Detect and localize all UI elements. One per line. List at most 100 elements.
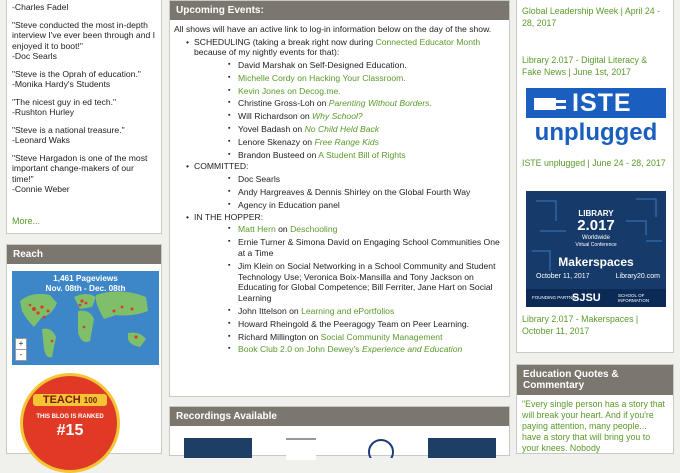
event-item: Richard Millington on Social Community M… bbox=[194, 332, 509, 343]
event-connector: on bbox=[300, 136, 315, 147]
event-topic-link[interactable]: Learning and ePortfolios bbox=[301, 306, 394, 316]
event-name: Yovel Badash bbox=[238, 124, 291, 135]
event-link-digital-literacy[interactable]: Library 2.017 - Digital Literacy & Fake … bbox=[522, 54, 668, 78]
connected-educator-month-link[interactable]: Connected Educator Month bbox=[376, 37, 481, 47]
pageviews-map[interactable]: 1,461 Pageviews Nov. 08th - Dec. 08th + … bbox=[12, 271, 159, 365]
event-name-link[interactable]: Kevin Jones on Decog.me. bbox=[238, 86, 341, 96]
event-item: Ernie Turner & Simona David on Engaging … bbox=[194, 237, 509, 259]
testimonial-text: "Steve is a national treasure." bbox=[12, 124, 125, 135]
testimonial-author: -Charles Fadel bbox=[12, 2, 69, 12]
event-item: David Marshak on Self-Designed Education… bbox=[194, 60, 509, 71]
event-item: Andy Hargreaves & Dennis Shirley on the … bbox=[194, 187, 509, 198]
event-name: Christine Gross-Loh bbox=[238, 98, 315, 109]
event-detail: on the Global Fourth Way bbox=[370, 187, 471, 198]
event-item: Agency in Education panel bbox=[194, 200, 509, 211]
testimonial: "The nicest guy in ed tech." -Rushton Hur… bbox=[12, 97, 156, 118]
upcoming-events-header: Upcoming Events: bbox=[170, 1, 509, 20]
event-topic-link[interactable]: Experience and Education bbox=[362, 344, 462, 354]
more-testimonials-link[interactable]: More... bbox=[12, 216, 40, 226]
event-link-iste-unplugged[interactable]: ISTE unplugged | June 24 - 28, 2017 bbox=[522, 157, 668, 169]
event-topic-link[interactable]: Parenting Without Borders. bbox=[329, 98, 432, 108]
event-name-link[interactable]: Michelle Cordy on Hacking Your Classroom… bbox=[238, 73, 406, 83]
reach-header: Reach bbox=[7, 245, 161, 264]
event-name: Doc Searls bbox=[238, 174, 281, 185]
badge-ranked-text: THIS BLOG IS RANKED bbox=[36, 414, 104, 420]
event-name: David Marshak bbox=[238, 60, 296, 71]
event-name-link[interactable]: Book Club 2.0 on John Dewey's bbox=[238, 344, 362, 354]
iste-unplugged-logo[interactable]: ISTE unplugged bbox=[526, 88, 666, 150]
upcoming-events-box: Upcoming Events: All shows will have an … bbox=[169, 0, 510, 397]
testimonial: "Steve conducted the most in-depth inter… bbox=[12, 20, 156, 62]
plug-icon bbox=[534, 98, 566, 110]
testimonial-author: -Leonard Waks bbox=[12, 135, 70, 145]
testimonial: "Steve Hargadon is one of the most impor… bbox=[12, 153, 156, 195]
education-quotes-header: Education Quotes & Commentary bbox=[517, 365, 673, 395]
teach100-badge[interactable]: TEACH 100 THIS BLOG IS RANKED #15 bbox=[20, 373, 120, 473]
event-name: Jim Klein bbox=[238, 260, 273, 271]
event-topic-link[interactable]: Deschooling bbox=[290, 224, 337, 234]
event-connector: on bbox=[286, 306, 302, 317]
event-name: Andy Hargreaves & Dennis Shirley bbox=[238, 187, 371, 198]
event-connector: on bbox=[297, 111, 313, 122]
hopper-section: IN THE HOPPER: Matt Hern on DeschoolingE… bbox=[170, 212, 509, 356]
committed-section: COMMITTED: Doc SearlsAndy Hargreaves & D… bbox=[170, 161, 509, 210]
events-sidebar-box: Global Leadership Week | April 24 - 28, … bbox=[516, 0, 674, 353]
event-connector: & the Peeragogy Team on Peer Learning. bbox=[308, 318, 470, 329]
reach-box: Reach 1,461 Pageviews Nov. 08th - Dec. 0… bbox=[6, 244, 162, 473]
event-item: Doc Searls bbox=[194, 174, 509, 185]
event-topic-link[interactable]: Why School? bbox=[312, 111, 363, 121]
testimonial-author: -Monika Hardy's Students bbox=[12, 79, 111, 89]
event-name: Will Richardson bbox=[238, 111, 298, 122]
event-name: John Ittelson bbox=[238, 306, 287, 317]
event-connector: on Social Networking in a School Communi… bbox=[238, 260, 496, 304]
event-topic-link[interactable]: No Child Held Back bbox=[305, 124, 380, 134]
event-topic-link[interactable]: Social Community Management bbox=[321, 332, 443, 342]
event-name: Richard Millington bbox=[238, 331, 307, 342]
event-name: Howard Rheingold bbox=[238, 318, 309, 329]
event-item: Jim Klein on Social Networking in a Scho… bbox=[194, 261, 509, 304]
testimonial-text: "Steve is the Oprah of education." bbox=[12, 68, 141, 79]
testimonials-box: -Charles Fadel "Steve conducted the most … bbox=[6, 0, 162, 234]
recording-thumb-3[interactable] bbox=[366, 438, 396, 465]
hopper-list: Matt Hern on Deschooling Ernie Turner & S… bbox=[194, 224, 509, 355]
scheduling-list: David Marshak on Self-Designed Education… bbox=[194, 60, 509, 160]
iste-logo-bar: ISTE bbox=[526, 88, 666, 118]
testimonial: "Steve is a national treasure." -Leonard … bbox=[12, 125, 156, 146]
pageviews-date-range: Nov. 08th - Dec. 08th bbox=[45, 284, 126, 293]
recording-thumb-4[interactable] bbox=[428, 438, 496, 458]
event-topic-link[interactable]: Free Range Kids bbox=[314, 137, 379, 147]
event-connector: on bbox=[304, 149, 319, 160]
event-link-makerspaces[interactable]: Library 2.017 - Makerspaces | October 11… bbox=[522, 313, 668, 337]
event-item: Yovel Badash on No Child Held Back bbox=[194, 124, 509, 135]
testimonial: "Steve is the Oprah of education." -Monik… bbox=[12, 69, 156, 90]
event-connector: on bbox=[295, 60, 310, 71]
library-makerspaces-banner[interactable]: LIBRARY 2.017 Worldwide Virtual Conferen… bbox=[526, 191, 666, 307]
testimonial-author: -Doc Searls bbox=[12, 51, 57, 61]
map-zoom-control: + - bbox=[15, 338, 27, 361]
event-item: Matt Hern on Deschooling bbox=[194, 224, 509, 235]
event-item: Michelle Cordy on Hacking Your Classroom… bbox=[194, 73, 509, 84]
event-item: Christine Gross-Loh on Parenting Without… bbox=[194, 98, 509, 109]
event-item: John Ittelson on Learning and ePortfolio… bbox=[194, 306, 509, 317]
recording-thumb-2[interactable] bbox=[286, 438, 316, 460]
event-item: Will Richardson on Why School? bbox=[194, 111, 509, 122]
events-list: SCHEDULING (taking a break right now dur… bbox=[170, 37, 509, 356]
zoom-in-button[interactable]: + bbox=[16, 339, 26, 350]
zoom-out-button[interactable]: - bbox=[16, 350, 26, 360]
event-link-global-leadership[interactable]: Global Leadership Week | April 24 - 28, … bbox=[522, 5, 668, 29]
event-detail: Agency in Education panel bbox=[238, 199, 340, 210]
testimonial-author: -Connie Weber bbox=[12, 184, 70, 194]
event-connector: on bbox=[306, 331, 321, 342]
event-name-link[interactable]: Matt Hern bbox=[238, 224, 276, 234]
recording-thumb-1[interactable] bbox=[184, 438, 252, 458]
event-topic-link[interactable]: A Student Bill of Rights bbox=[318, 150, 405, 160]
committed-list: Doc Searls Andy Hargreaves & Dennis Shirl… bbox=[194, 174, 509, 210]
testimonial-author: -Rushton Hurley bbox=[12, 107, 75, 117]
badge-teach-label: TEACH 100 bbox=[33, 394, 107, 406]
testimonial: -Charles Fadel bbox=[12, 2, 156, 13]
event-item: Howard Rheingold & the Peeragogy Team on… bbox=[194, 319, 509, 330]
events-intro: All shows will have an active link to lo… bbox=[174, 24, 492, 34]
pageviews-count: 1,461 Pageviews bbox=[53, 274, 118, 283]
recordings-header: Recordings Available bbox=[170, 407, 509, 426]
testimonial-text: "The nicest guy in ed tech." bbox=[12, 96, 117, 107]
